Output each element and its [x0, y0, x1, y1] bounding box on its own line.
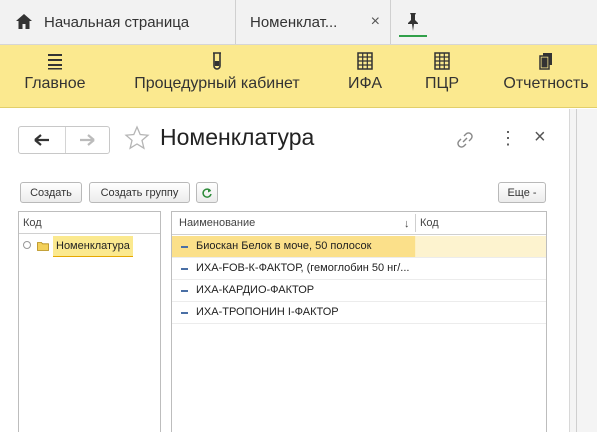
create-button[interactable]: Создать [20, 182, 82, 203]
tab-home[interactable]: Начальная страница [0, 0, 236, 44]
list-row[interactable]: ИХА-КАРДИО-ФАКТОР [172, 280, 546, 302]
item-dash-icon [181, 246, 188, 248]
page-title: Номенклатура [160, 124, 315, 150]
column-code-header[interactable]: Код [420, 212, 439, 234]
tab-bar: Начальная страница Номенклат... × [0, 0, 597, 45]
section-reports-label: Отчетность [503, 75, 589, 92]
list-row-name: ИХА-FOB-К-ФАКТОР, (гемоглобин 50 нг/... [196, 262, 410, 274]
item-dash-icon [181, 268, 188, 270]
expand-icon[interactable] [23, 241, 31, 249]
list-row-name: ИХА-КАРДИО-ФАКТОР [196, 284, 315, 296]
pin-icon [408, 13, 418, 31]
test-tube-icon [213, 52, 221, 70]
arrow-left-icon [34, 134, 49, 146]
tree-item-nomenclature[interactable]: Номенклатура [19, 236, 160, 257]
section-pcr[interactable]: ПЦР [422, 51, 462, 93]
section-ifa[interactable]: ИФА [345, 51, 385, 93]
items-list: Наименование ↓ Код Биоскан Белок в моче,… [171, 211, 547, 432]
link-icon[interactable] [455, 130, 475, 150]
forward-button[interactable] [65, 127, 109, 153]
close-tab-icon[interactable]: × [371, 13, 380, 31]
panel-divider [576, 109, 577, 432]
tab-nomenclature[interactable]: Номенклат... × [236, 0, 391, 44]
tab-pin[interactable] [391, 0, 435, 44]
back-button[interactable] [19, 127, 66, 153]
section-procedure-room[interactable]: Процедурный кабинет [128, 51, 306, 93]
folder-icon [37, 242, 49, 251]
tab-nomenclature-label: Номенклат... [250, 13, 338, 31]
sections-panel: Главное Процедурный кабинет ИФА ПЦР Отче… [0, 45, 597, 108]
side-panel-edge [569, 109, 597, 432]
section-procedure-room-label: Процедурный кабинет [134, 75, 300, 92]
more-button[interactable]: Еще - [498, 182, 546, 203]
section-reports[interactable]: Отчетность [500, 51, 592, 93]
list-row[interactable]: Биоскан Белок в моче, 50 полосок [172, 236, 546, 258]
column-name-header[interactable]: Наименование [179, 212, 255, 234]
menu-lines-icon [48, 54, 62, 70]
tab-home-label: Начальная страница [44, 13, 190, 31]
active-tab-indicator [399, 35, 427, 37]
item-dash-icon [181, 290, 188, 292]
sort-desc-icon: ↓ [404, 218, 410, 230]
item-dash-icon [181, 312, 188, 314]
list-row-name: ИХА-ТРОПОНИН I-ФАКТОР [196, 306, 339, 318]
section-pcr-label: ПЦР [424, 75, 459, 92]
list-header: Наименование ↓ Код [172, 212, 546, 235]
documents-icon [539, 53, 552, 70]
grid-icon [357, 52, 373, 70]
refresh-icon [202, 187, 212, 198]
section-main[interactable]: Главное [22, 51, 88, 93]
section-ifa-label: ИФА [348, 75, 382, 92]
more-actions-icon[interactable]: ⋮ [499, 128, 517, 148]
tree-column-header[interactable]: Код [19, 212, 160, 234]
close-form-icon[interactable]: × [534, 127, 546, 147]
list-row-name: Биоскан Белок в моче, 50 полосок [196, 240, 372, 252]
create-group-button[interactable]: Создать группу [89, 182, 190, 203]
arrow-right-icon [80, 134, 95, 146]
grid-icon [434, 52, 450, 70]
navigation-buttons [18, 126, 110, 154]
home-icon [16, 14, 32, 29]
column-divider[interactable] [415, 214, 416, 232]
list-row[interactable]: ИХА-ТРОПОНИН I-ФАКТОР [172, 302, 546, 324]
tree-item-label: Номенклатура [53, 236, 133, 257]
list-row[interactable]: ИХА-FOB-К-ФАКТОР, (гемоглобин 50 нг/... [172, 258, 546, 280]
refresh-button[interactable] [196, 182, 218, 203]
favorite-star-icon[interactable] [124, 125, 150, 151]
section-main-label: Главное [24, 75, 86, 92]
groups-tree: Код Номенклатура [18, 211, 161, 432]
